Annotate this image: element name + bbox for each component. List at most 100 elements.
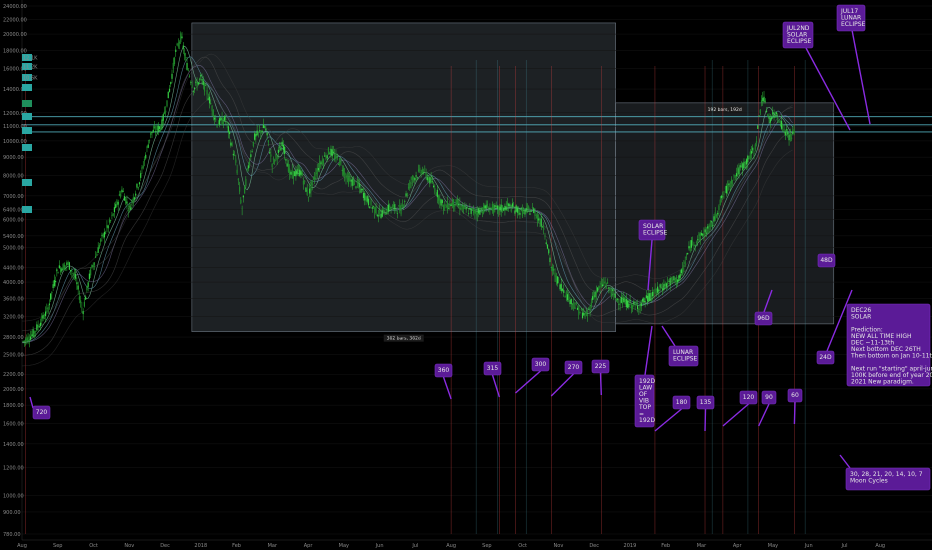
candle-body [510, 209, 512, 212]
candle-body [621, 299, 624, 305]
candle-body [286, 163, 288, 167]
range-box-label: 192 bars, 192d [708, 107, 742, 113]
candle-body [569, 300, 571, 305]
candle-body [568, 293, 570, 300]
candle-body [148, 139, 151, 141]
candle-body [37, 324, 39, 327]
candle-body [321, 161, 323, 165]
candle-body [604, 280, 606, 284]
candle-body [132, 197, 134, 202]
candle-body [558, 279, 560, 281]
cycle-label-225: 225 [591, 359, 610, 374]
candle-body [669, 277, 671, 286]
candle-body [211, 105, 213, 112]
candle-body [760, 100, 763, 103]
candle-body [280, 147, 282, 151]
candle-body [105, 232, 107, 234]
candle-body [51, 291, 53, 294]
candle-body [300, 170, 302, 175]
candle-body [336, 156, 338, 158]
candle-body [724, 187, 726, 189]
jul2nd-solar-eclipse-label-text: ECLIPSE [787, 38, 812, 45]
candle-body [654, 288, 656, 294]
candle-body [744, 162, 746, 163]
candle-body [540, 218, 542, 227]
prediction-label: DEC26SOLARPrediction:NEW ALL TIME HIGHDE… [846, 303, 932, 387]
candle-body [748, 158, 750, 160]
candle-body [670, 278, 673, 280]
candle-body [187, 70, 189, 71]
y-tick-label: 1800.00 [3, 403, 24, 409]
candle-body [192, 90, 194, 92]
y-tick-label: 22000.00 [3, 17, 27, 23]
candle-body [616, 298, 619, 300]
candle-body [50, 293, 52, 300]
range-box-label: 362 bars, 362d [387, 336, 421, 342]
candle-body [513, 206, 515, 208]
candle-body [270, 154, 272, 157]
candle-body [749, 151, 751, 159]
candle-body [414, 177, 416, 181]
candle-body [792, 131, 794, 134]
candle-body [80, 300, 82, 303]
candle-body [439, 198, 441, 204]
candle-body [610, 293, 612, 297]
candle-body [304, 180, 306, 182]
candle-body [66, 262, 68, 266]
y-tick-label: 780.00 [3, 532, 21, 538]
candle-body [391, 205, 393, 209]
candle-body [784, 131, 786, 136]
candle-body [307, 196, 310, 198]
candle-body [31, 334, 33, 336]
candle-body [714, 212, 716, 220]
candle-body [326, 155, 328, 159]
candle-body [454, 205, 456, 207]
candle-body [175, 49, 177, 53]
candle-body [743, 161, 745, 169]
candle-body [301, 172, 303, 177]
candle-body [208, 96, 211, 104]
candle-body [311, 180, 313, 185]
candle-body [345, 175, 347, 180]
candle-body [155, 131, 157, 132]
candle-body [523, 209, 525, 211]
candle-body [780, 120, 783, 129]
candle-body [127, 209, 129, 212]
jul17-lunar-eclipse-label: JUL17LUNARECLIPSE [836, 4, 866, 32]
candle-body [136, 183, 138, 188]
candle-body [191, 84, 193, 88]
candle-body [583, 312, 585, 316]
candle-body [471, 208, 473, 209]
candle-body [156, 125, 158, 130]
candle-body [773, 114, 775, 118]
candle-body [201, 78, 203, 81]
candle-body [95, 256, 97, 258]
candle-body [202, 80, 204, 86]
candle-body [729, 184, 731, 188]
candle-body [635, 304, 637, 306]
candle-body [782, 124, 784, 127]
candle-body [545, 242, 547, 245]
candle-body [203, 82, 206, 92]
axis-price-tag [22, 100, 32, 107]
candle-body [178, 42, 181, 44]
candle-body [294, 171, 296, 177]
cycle-label-180: 180 [672, 395, 691, 410]
solar-eclipse-label: SOLARECLIPSE [638, 219, 668, 241]
x-tick-label: Mar [268, 543, 278, 549]
y-tick-label: 3200.00 [3, 314, 24, 320]
candle-body [478, 208, 480, 214]
candle-body [474, 209, 476, 215]
candle-body [399, 204, 401, 211]
axis-price-tag [22, 113, 32, 120]
x-tick-label: Sep [53, 543, 62, 549]
candle-body [257, 131, 259, 133]
candle-body [694, 244, 696, 246]
candle-body [441, 200, 443, 203]
lunar-eclipse-label-text: ECLIPSE [673, 356, 698, 363]
candle-body [170, 82, 172, 85]
jul17-lunar-eclipse-label-text: ECLIPSE [841, 21, 866, 28]
candle-body [183, 53, 186, 56]
candle-body [223, 116, 226, 121]
candle-body [83, 301, 86, 307]
